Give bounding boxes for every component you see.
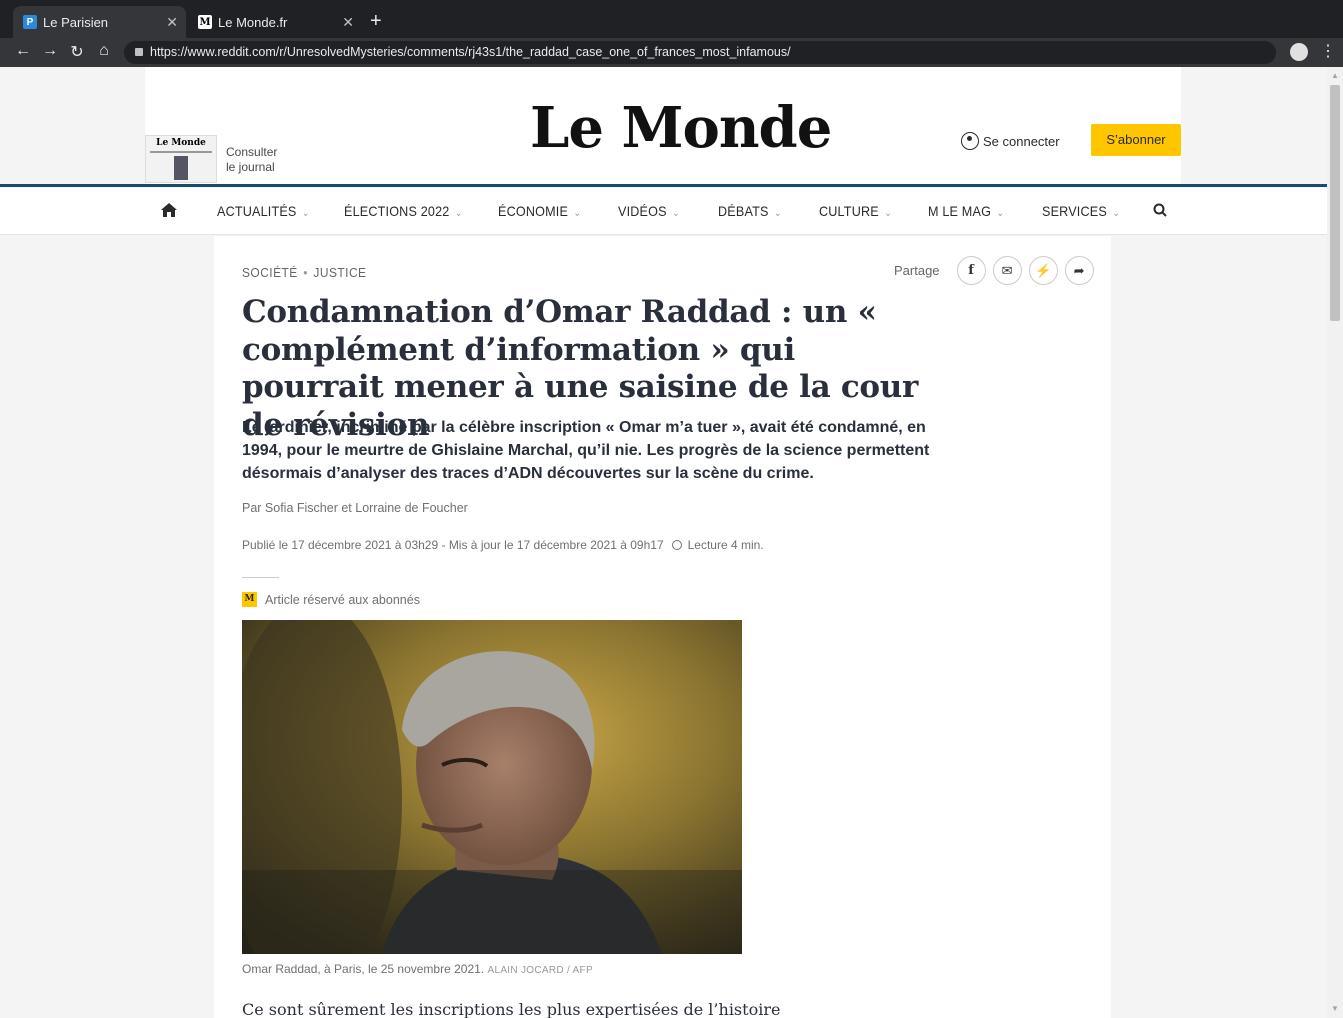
article-photo bbox=[242, 620, 742, 954]
photo-caption: Omar Raddad, à Paris, le 25 novembre 202… bbox=[242, 962, 593, 976]
le-parisien-favicon-icon: P bbox=[23, 15, 37, 29]
breadcrumb-societe[interactable]: SOCIÉTÉ bbox=[242, 265, 298, 280]
chevron-down-icon: ⌄ bbox=[301, 208, 310, 219]
portrait-illustration bbox=[242, 620, 742, 954]
share-bar: Partage f ✉ ⚡ ➦ bbox=[894, 256, 1094, 285]
breadcrumb: SOCIÉTÉ • JUSTICE bbox=[242, 265, 366, 280]
publication-dates: Publié le 17 décembre 2021 à 03h29 - Mis… bbox=[242, 538, 664, 552]
scroll-up-arrow-icon[interactable]: ▲ bbox=[1331, 71, 1339, 80]
journal-thumbnail[interactable]: Le Monde bbox=[145, 135, 217, 183]
article: SOCIÉTÉ • JUSTICE Partage f ✉ ⚡ ➦ Condamna… bbox=[214, 236, 1111, 1018]
profile-avatar-icon[interactable] bbox=[1290, 43, 1308, 61]
home-nav-icon[interactable] bbox=[160, 201, 178, 219]
facebook-icon[interactable]: f bbox=[956, 256, 986, 285]
nav-item-economie[interactable]: ÉCONOMIE ⌄ bbox=[498, 203, 581, 219]
divider bbox=[242, 577, 279, 578]
home-icon[interactable]: ⌂ bbox=[94, 42, 114, 60]
article-body-start: Ce sont sûrement les inscriptions les pl… bbox=[242, 1000, 781, 1018]
new-tab-plus-icon[interactable]: + bbox=[370, 10, 382, 33]
close-icon[interactable]: ✕ bbox=[166, 14, 178, 31]
kebab-menu-icon[interactable]: ⋮ bbox=[1320, 41, 1336, 61]
share-arrow-icon[interactable]: ➦ bbox=[1064, 256, 1094, 285]
nav-label: SERVICES bbox=[1042, 203, 1107, 219]
close-icon[interactable]: ✕ bbox=[342, 14, 354, 31]
le-monde-favicon-icon: M bbox=[198, 15, 212, 29]
share-label: Partage bbox=[894, 263, 940, 278]
consult-line-1: Consulter bbox=[226, 145, 278, 159]
nav-label: ÉLECTIONS 2022 bbox=[344, 203, 450, 219]
caption-text: Omar Raddad, à Paris, le 25 novembre 202… bbox=[242, 962, 485, 976]
article-lead: Le jardinier, incriminé par la célèbre i… bbox=[242, 419, 930, 482]
browser-toolbar: ← → ↻ ⌂ https://www.reddit.com/r/Unresol… bbox=[0, 38, 1343, 67]
user-login-icon bbox=[961, 132, 979, 150]
nav-item-elections[interactable]: ÉLECTIONS 2022 ⌄ bbox=[344, 203, 463, 219]
nav-label: DÉBATS bbox=[718, 203, 769, 219]
chevron-down-icon: ⌄ bbox=[884, 208, 892, 219]
lock-icon bbox=[135, 48, 143, 56]
main-nav: ACTUALITÉS ⌄ ÉLECTIONS 2022 ⌄ ÉCONOMIE ⌄ VI… bbox=[0, 187, 1327, 235]
nav-label: ACTUALITÉS bbox=[217, 203, 297, 219]
nav-item-culture[interactable]: CULTURE ⌄ bbox=[819, 203, 892, 219]
nav-label: M LE MAG bbox=[928, 203, 992, 219]
breadcrumb-separator: • bbox=[303, 265, 308, 280]
subscriber-only-notice: M Article réservé aux abonnés bbox=[242, 592, 420, 607]
le-monde-logo[interactable]: Le Monde bbox=[530, 95, 832, 161]
nav-label: VIDÉOS bbox=[618, 203, 667, 219]
chevron-down-icon: ⌄ bbox=[996, 208, 1005, 219]
nav-label: ÉCONOMIE bbox=[498, 203, 569, 219]
tab-label: Le Parisien bbox=[43, 14, 109, 30]
login-label: Se connecter bbox=[983, 133, 1060, 149]
page-viewport: Le Monde Consulter le journal Le Monde S… bbox=[0, 67, 1327, 1018]
timer-icon bbox=[671, 540, 682, 550]
email-icon[interactable]: ✉ bbox=[992, 256, 1022, 285]
browser-tab-bar: P Le Parisien ✕ M Le Monde.fr ✕ + bbox=[0, 0, 1343, 38]
url-text: https://www.reddit.com/r/UnresolvedMyste… bbox=[150, 45, 791, 59]
chevron-down-icon: ⌄ bbox=[1112, 208, 1121, 219]
nav-item-services[interactable]: SERVICES ⌄ bbox=[1042, 203, 1120, 219]
address-bar[interactable]: https://www.reddit.com/r/UnresolvedMyste… bbox=[124, 41, 1276, 64]
consult-journal-link[interactable]: Consulter le journal bbox=[226, 145, 277, 175]
back-arrow-icon[interactable]: ← bbox=[13, 42, 33, 60]
chevron-down-icon: ⌄ bbox=[454, 208, 463, 219]
reading-time: Lecture 4 min. bbox=[687, 538, 764, 552]
chevron-down-icon: ⌄ bbox=[773, 208, 782, 219]
subscribe-button[interactable]: S’abonner bbox=[1091, 124, 1181, 156]
login-link[interactable]: Se connecter bbox=[961, 132, 1060, 150]
tab-le-parisien[interactable]: P Le Parisien ✕ bbox=[13, 6, 186, 38]
tab-label: Le Monde.fr bbox=[218, 14, 288, 30]
nav-label: CULTURE bbox=[819, 203, 879, 219]
site-header: Le Monde Consulter le journal Le Monde S… bbox=[145, 67, 1181, 185]
consult-line-2: le journal bbox=[226, 160, 275, 174]
messenger-icon[interactable]: ⚡ bbox=[1028, 256, 1058, 285]
nav-item-debats[interactable]: DÉBATS ⌄ bbox=[718, 203, 782, 219]
journal-mini-image bbox=[174, 156, 188, 180]
chevron-down-icon: ⌄ bbox=[672, 208, 680, 219]
page-scrollbar[interactable]: ▲ ▼ bbox=[1327, 67, 1343, 1018]
article-dates: Publié le 17 décembre 2021 à 03h29 - Mis… bbox=[242, 538, 764, 552]
le-monde-badge-icon: M bbox=[242, 592, 257, 607]
journal-mini-line bbox=[150, 151, 212, 153]
reserved-label: Article réservé aux abonnés bbox=[265, 592, 420, 607]
search-icon[interactable] bbox=[1153, 203, 1167, 217]
article-authors: Par Sofia Fischer et Lorraine de Foucher bbox=[242, 501, 468, 515]
nav-item-m-le-mag[interactable]: M LE MAG ⌄ bbox=[928, 203, 1004, 219]
forward-arrow-icon[interactable]: → bbox=[40, 42, 60, 60]
chevron-down-icon: ⌄ bbox=[573, 208, 582, 219]
nav-item-videos[interactable]: VIDÉOS ⌄ bbox=[618, 203, 680, 219]
nav-item-actualites[interactable]: ACTUALITÉS ⌄ bbox=[217, 203, 310, 219]
scroll-down-arrow-icon[interactable]: ▼ bbox=[1331, 1004, 1339, 1013]
journal-mini-logo: Le Monde bbox=[156, 138, 206, 148]
tab-le-monde[interactable]: M Le Monde.fr ✕ bbox=[188, 6, 362, 38]
photo-credit: ALAIN JOCARD / AFP bbox=[487, 965, 593, 976]
scroll-thumb[interactable] bbox=[1330, 85, 1340, 321]
reload-icon[interactable]: ↻ bbox=[67, 42, 87, 62]
breadcrumb-justice[interactable]: JUSTICE bbox=[313, 265, 366, 280]
